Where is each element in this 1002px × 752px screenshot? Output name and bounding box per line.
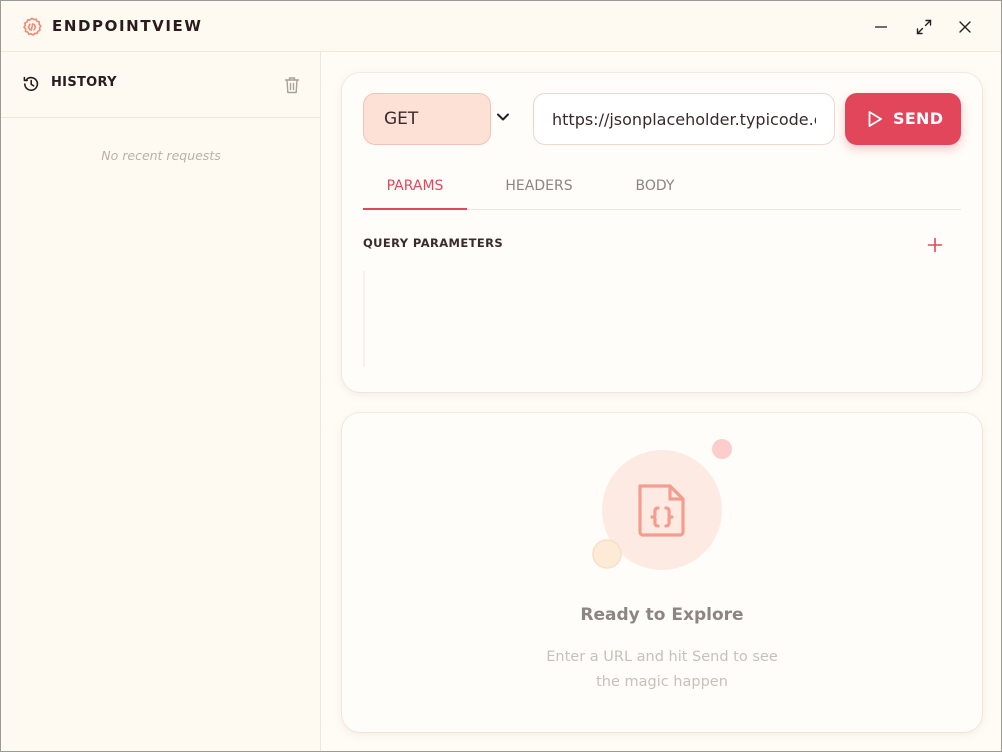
empty-history-text: No recent requests — [101, 148, 221, 163]
empty-response-line-1: Enter a URL and hit Send to see — [546, 649, 778, 665]
empty-response-description: Enter a URL and hit Send to see the magi… — [522, 645, 802, 695]
method-value: GET — [384, 109, 419, 129]
play-icon — [868, 111, 882, 127]
empty-response-title: Ready to Explore — [580, 605, 744, 625]
close-icon — [959, 21, 971, 33]
close-button[interactable] — [952, 14, 978, 40]
method-select[interactable]: GET — [363, 93, 491, 145]
maximize-icon — [916, 19, 932, 35]
history-icon — [23, 76, 39, 91]
send-button[interactable]: SEND — [845, 93, 961, 145]
url-input[interactable] — [533, 93, 835, 145]
sidebar-header: HISTORY — [1, 52, 320, 118]
history-title: HISTORY — [51, 75, 117, 90]
chevron-down-icon[interactable] — [496, 112, 510, 122]
request-panel: GET SEND PARAMS HEADERS BODY QUERY PARAM… — [342, 73, 982, 392]
title-bar: ENDPOINTVIEW — [1, 1, 1001, 52]
query-parameters-list — [363, 271, 961, 367]
empty-response-line-2: the magic happen — [596, 674, 728, 690]
minimize-button[interactable] — [868, 14, 894, 40]
query-parameters-label: QUERY PARAMETERS — [363, 236, 504, 250]
maximize-button[interactable] — [911, 14, 937, 40]
minimize-icon — [875, 26, 887, 28]
clear-history-button[interactable] — [283, 75, 301, 95]
app-window: ENDPOINTVIEW HISTORY No recent requests … — [0, 0, 1002, 752]
gear-code-icon — [23, 17, 42, 36]
tab-body[interactable]: BODY — [613, 172, 697, 210]
add-parameter-button[interactable] — [927, 237, 943, 253]
trash-icon — [284, 77, 300, 94]
json-file-icon — [592, 439, 732, 570]
send-label: SEND — [893, 109, 944, 128]
tab-params[interactable]: PARAMS — [363, 172, 467, 210]
response-panel: Ready to Explore Enter a URL and hit Sen… — [342, 413, 982, 732]
app-title: ENDPOINTVIEW — [52, 17, 203, 35]
tab-headers[interactable]: HEADERS — [489, 172, 589, 210]
history-sidebar: HISTORY No recent requests — [1, 52, 321, 751]
request-tabs: PARAMS HEADERS BODY — [363, 172, 961, 210]
